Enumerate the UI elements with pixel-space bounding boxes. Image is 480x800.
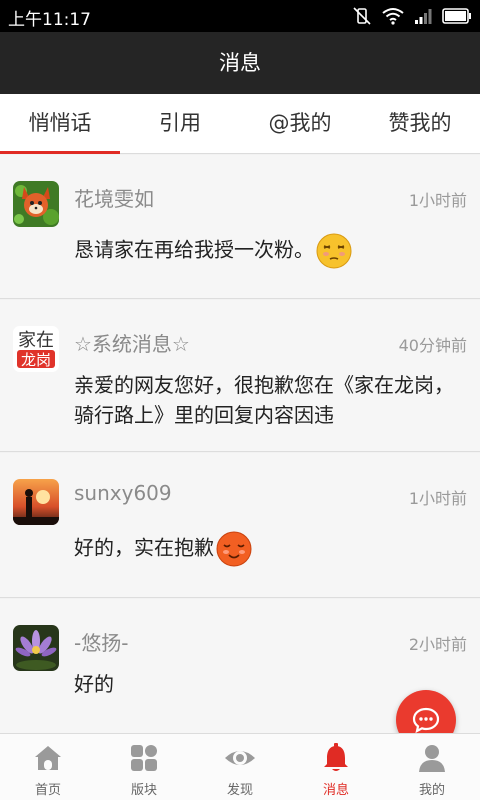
message-item[interactable]: 家在 龙岗 ☆系统消息☆ 40分钟前 亲爱的网友您好，很抱歉您在《家在龙岗，骑行… (0, 300, 480, 452)
status-bar: 上午11:17 (0, 0, 480, 32)
message-body: 亲爱的网友您好，很抱歉您在《家在龙岗，骑行路上》里的回复内容因违 (74, 370, 466, 430)
title-bar: 消息 (0, 32, 480, 94)
nav-label: 我的 (418, 783, 445, 798)
message-list: 花境雯如 1小时前 恳请家在再给我授一次粉。 家在 龙岗 ☆系统消息☆ 40分钟… (0, 155, 480, 733)
home-icon (35, 746, 61, 770)
avatar[interactable] (13, 479, 59, 525)
bottom-nav: 首页 版块 发现 消息 我的 (0, 733, 480, 800)
message-item[interactable]: sunxy609 1小时前 好的，实在抱歉 (0, 453, 480, 598)
message-time: 1小时前 (408, 489, 467, 508)
message-text: 恳请家在再给我授一次粉。 (74, 237, 314, 262)
tab-whisper[interactable]: 悄悄话 (0, 94, 120, 154)
system-logo-avatar[interactable]: 家在 龙岗 (13, 326, 59, 372)
shy-emoji-icon (216, 531, 252, 567)
battery-icon (442, 8, 471, 24)
message-text: 好的，实在抱歉 (74, 535, 214, 560)
tab-mentions[interactable]: @我的 (240, 94, 360, 153)
sleepy-emoji-icon (316, 233, 352, 269)
message-time: 2小时前 (408, 635, 467, 654)
sender-name: 花境雯如 (74, 187, 154, 211)
status-time: 上午11:17 (8, 10, 91, 30)
sender-name: -悠扬- (74, 631, 129, 655)
nav-label: 版块 (130, 783, 157, 798)
logo-text-top: 家在 (18, 330, 54, 351)
message-item[interactable]: 花境雯如 1小时前 恳请家在再给我授一次粉。 (0, 155, 480, 299)
tab-likes[interactable]: 赞我的 (360, 94, 480, 153)
sender-name: ☆系统消息☆ (74, 332, 190, 356)
nav-label: 发现 (226, 783, 253, 798)
nav-messages[interactable]: 消息 (288, 734, 384, 800)
person-icon (419, 745, 445, 772)
nav-home[interactable]: 首页 (0, 734, 96, 800)
message-time: 1小时前 (408, 191, 467, 210)
chat-bubble-icon (412, 707, 440, 734)
nav-discover[interactable]: 发现 (192, 734, 288, 800)
message-text: 好的 (74, 672, 114, 696)
vibrate-muted-icon (353, 7, 371, 25)
message-body: 好的 (74, 669, 466, 699)
logo-text-bottom: 龙岗 (21, 351, 51, 369)
avatar[interactable] (13, 625, 59, 671)
signal-icon (415, 9, 432, 24)
message-text: 亲爱的网友您好，很抱歉您在《家在龙岗，骑行路上》里的回复内容因违 (74, 373, 454, 427)
tab-quote[interactable]: 引用 (120, 94, 240, 153)
message-tabs: 悄悄话 引用 @我的 赞我的 (0, 94, 480, 154)
message-time: 40分钟前 (398, 336, 467, 355)
sender-name: sunxy609 (74, 481, 172, 505)
bell-icon (324, 743, 348, 771)
eye-icon (225, 751, 255, 765)
wifi-icon (382, 8, 404, 25)
page-title: 消息 (219, 51, 261, 75)
message-body: 恳请家在再给我授一次粉。 (74, 233, 466, 269)
nav-boards[interactable]: 版块 (96, 734, 192, 800)
nav-label: 首页 (34, 783, 61, 798)
nav-label: 消息 (322, 783, 349, 798)
nav-profile[interactable]: 我的 (384, 734, 480, 800)
message-body: 好的，实在抱歉 (74, 531, 466, 567)
grid-icon (131, 745, 157, 771)
avatar[interactable] (13, 181, 59, 227)
status-icons (352, 6, 472, 26)
